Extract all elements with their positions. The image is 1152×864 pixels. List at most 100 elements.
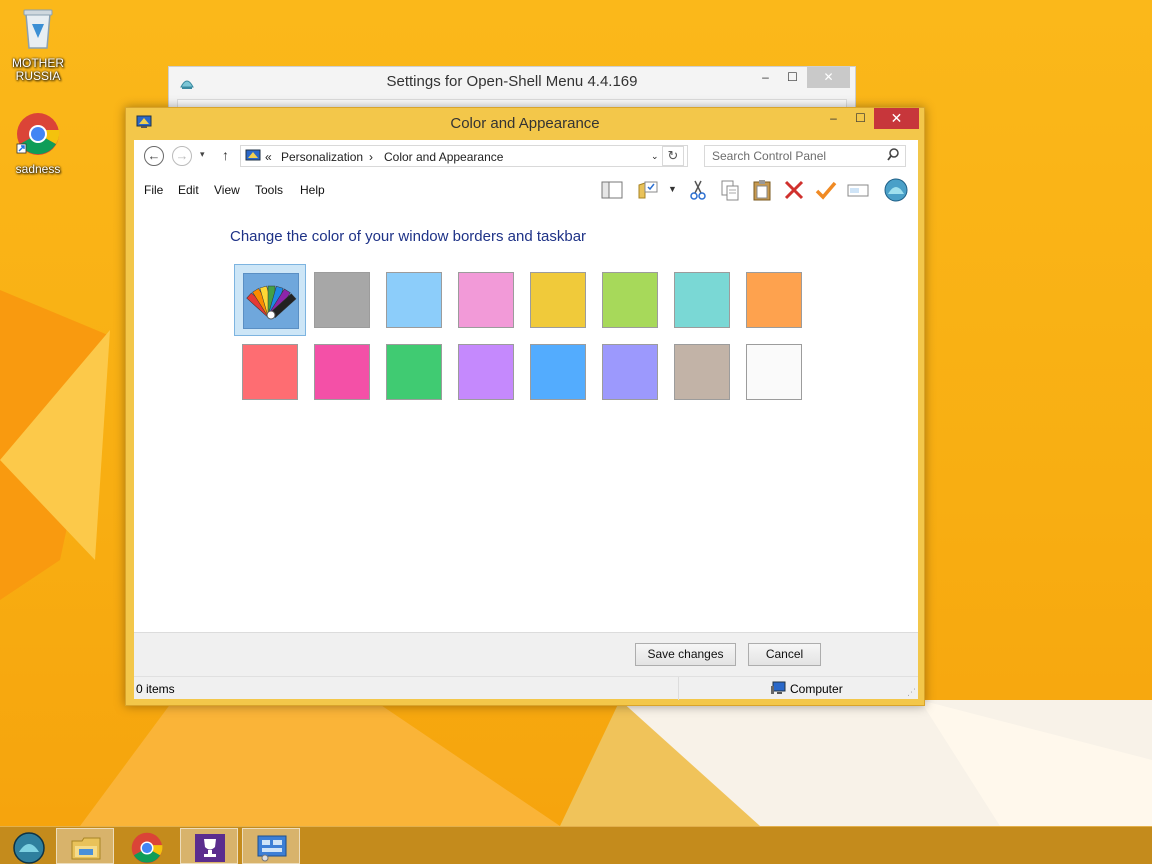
menu-help[interactable]: Help [300,183,325,197]
layout-pane-icon[interactable] [600,178,624,202]
color-swatch[interactable] [450,336,522,408]
title-bar[interactable]: Color and Appearance – ☐ ✕ [126,108,924,138]
close-button[interactable]: ✕ [874,108,919,129]
menu-edit[interactable]: Edit [178,183,199,197]
up-button[interactable]: ↑ [222,147,229,163]
color-swatch-fill [242,344,298,400]
breadcrumb-item-personalization[interactable]: Personalization [281,150,363,164]
color-swatch-fill [746,344,802,400]
color-swatch-fill [746,272,802,328]
chevron-down-icon[interactable]: ▼ [668,184,677,194]
desktop-icon-label: MOTHER RUSSIA [12,56,64,83]
item-count: 0 items [136,682,175,696]
breadcrumb-item-color-and-appearance[interactable]: Color and Appearance [384,150,503,164]
trophy-icon [194,833,226,864]
search-icon[interactable] [887,148,899,165]
color-swatch[interactable] [450,264,522,336]
control-panel-icon [245,148,261,167]
copy-icon[interactable] [718,178,742,202]
color-swatch-fill [602,344,658,400]
back-button[interactable]: ← [144,146,164,166]
status-bar: 0 items Computer ⋰ [134,676,918,700]
taskbar-trophy-app[interactable] [180,828,238,864]
color-swatch-fill [530,344,586,400]
button-footer: Save changes Cancel [134,632,918,676]
color-swatch-fill [314,344,370,400]
minimize-button[interactable]: – [752,67,779,88]
menu-view[interactable]: View [214,183,240,197]
color-swatch[interactable] [594,336,666,408]
color-swatch-fill [530,272,586,328]
color-swatch[interactable] [738,336,810,408]
control-panel-icon [256,833,288,864]
taskbar-chrome[interactable] [118,828,176,864]
cut-icon[interactable] [686,178,710,202]
search-box[interactable] [704,145,906,167]
chrome-icon [2,112,74,159]
color-swatch[interactable] [234,336,306,408]
color-and-appearance-window[interactable]: Color and Appearance – ☐ ✕ ← → ▾ ↑ « Per… [125,107,925,706]
window-title: Color and Appearance [450,115,600,132]
color-swatch-fill [674,272,730,328]
maximize-button[interactable]: ☐ [847,108,874,129]
color-fan-icon [243,273,299,329]
breadcrumb[interactable]: « Personalization › Color and Appearance… [240,145,688,167]
cancel-button[interactable]: Cancel [748,643,821,666]
desktop-icon-label: sadness [15,162,61,176]
color-swatch-custom[interactable] [234,264,306,336]
desktop-icon-recycle-bin[interactable]: MOTHER RUSSIA [2,6,74,83]
resize-grip-icon[interactable]: ⋰ [907,687,916,698]
color-swatch[interactable] [522,264,594,336]
location-zone: Computer [790,682,843,696]
color-swatch[interactable] [594,264,666,336]
taskbar-start[interactable] [0,828,58,864]
menu-file[interactable]: File [144,183,163,197]
color-swatch[interactable] [666,336,738,408]
status-divider [678,677,679,700]
color-swatch[interactable] [306,264,378,336]
forward-button[interactable]: → [172,146,192,166]
color-swatch-fill [386,272,442,328]
minimize-button[interactable]: – [820,108,847,129]
paste-icon[interactable] [750,178,774,202]
folder-options-icon[interactable] [636,178,660,202]
maximize-button[interactable]: ☐ [779,67,806,88]
breadcrumb-separator[interactable]: › [369,150,373,164]
rename-icon[interactable] [846,178,870,202]
save-changes-button[interactable]: Save changes [635,643,736,666]
refresh-icon: ↻ [667,148,679,163]
computer-icon [770,680,786,699]
color-swatch[interactable] [306,336,378,408]
taskbar-file-explorer[interactable] [56,828,114,864]
properties-check-icon[interactable] [814,178,838,202]
color-swatch[interactable] [522,336,594,408]
delete-icon[interactable] [782,178,806,202]
color-swatch[interactable] [738,264,810,336]
color-swatch-fill [458,272,514,328]
close-button[interactable]: ✕ [807,67,850,88]
color-swatch-fill [386,344,442,400]
chevron-down-icon[interactable]: ⌄ [651,151,659,162]
taskbar-control-panel[interactable] [242,828,300,864]
color-swatch-fill [458,344,514,400]
color-swatch[interactable] [378,336,450,408]
search-input[interactable] [712,147,882,165]
start-icon [13,832,45,864]
recycle-bin-icon [2,6,74,53]
recent-locations-button[interactable]: ▾ [200,149,205,160]
menu-tools[interactable]: Tools [255,183,283,197]
color-swatch[interactable] [378,264,450,336]
menu-bar: File Edit View Tools Help ▼ [134,172,918,206]
chrome-icon [131,832,163,864]
open-shell-icon[interactable] [884,178,908,202]
color-swatch[interactable] [666,264,738,336]
color-swatch-fill [602,272,658,328]
refresh-button[interactable]: ↻ [662,146,684,166]
color-swatch-fill [314,272,370,328]
taskbar [0,826,1152,864]
desktop-icon-chrome[interactable]: sadness [2,112,74,176]
content-pane: Change the color of your window borders … [134,206,918,632]
page-heading: Change the color of your window borders … [230,228,587,245]
color-swatch-fill [674,344,730,400]
breadcrumb-overflow[interactable]: « [265,150,272,164]
